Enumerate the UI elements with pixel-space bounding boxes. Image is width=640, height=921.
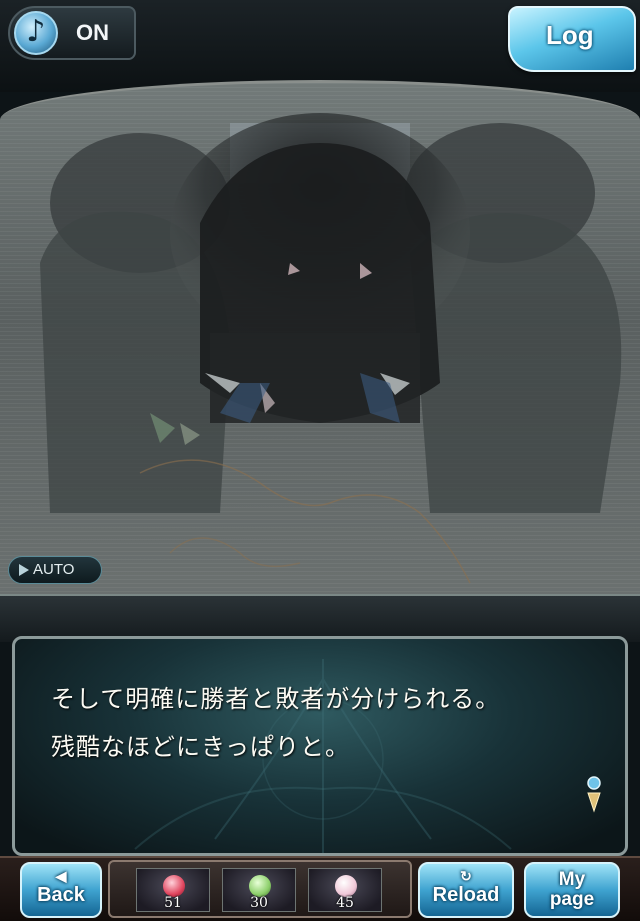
log-button[interactable]: Log (508, 6, 636, 72)
bottom-navigation-bar: ◀ Back 51 30 45 ↻ Reload My page (0, 856, 640, 921)
character-silhouettes (40, 113, 622, 584)
reload-button-label: Reload (432, 884, 500, 906)
top-bar: ♪ ON Log (0, 0, 640, 92)
auto-play-label: AUTO (33, 561, 75, 578)
auto-play-button[interactable]: AUTO (8, 556, 102, 584)
back-button-label: Back (37, 884, 85, 906)
item-slot-herb[interactable]: 30 (222, 868, 296, 912)
herb-icon (249, 875, 271, 897)
my-page-button-label: My page (549, 869, 595, 910)
item-count: 30 (250, 895, 268, 911)
back-arrow-icon: ◀ (55, 868, 67, 884)
play-arrow-icon (19, 564, 29, 576)
dialogue-box[interactable]: そして明確に勝者と敗者が分けられる。 残酷なほどにきっぱりと。 (12, 636, 628, 856)
log-button-label: Log (546, 20, 594, 50)
music-note-icon: ♪ (14, 11, 58, 55)
dialogue-text: そして明確に勝者と敗者が分けられる。 残酷なほどにきっぱりと。 (51, 685, 501, 761)
item-slot-elixir[interactable]: 51 (136, 868, 210, 912)
recovery-items-panel: 51 30 45 (108, 860, 412, 918)
reload-button[interactable]: ↻ Reload (418, 862, 514, 918)
item-count: 45 (336, 895, 354, 911)
sound-toggle-label: ON (76, 20, 109, 45)
my-page-button[interactable]: My page (524, 862, 620, 918)
item-slot-berry[interactable]: 45 (308, 868, 382, 912)
message-box-frame-ornament (0, 594, 640, 642)
berry-icon (335, 875, 357, 897)
item-count: 51 (164, 895, 182, 911)
story-scene[interactable] (0, 80, 640, 600)
next-page-indicator-icon (587, 776, 601, 813)
elixir-icon (163, 875, 185, 897)
reload-icon: ↻ (460, 868, 472, 884)
sound-toggle-button[interactable]: ♪ ON (8, 6, 136, 60)
back-button[interactable]: ◀ Back (20, 862, 102, 918)
